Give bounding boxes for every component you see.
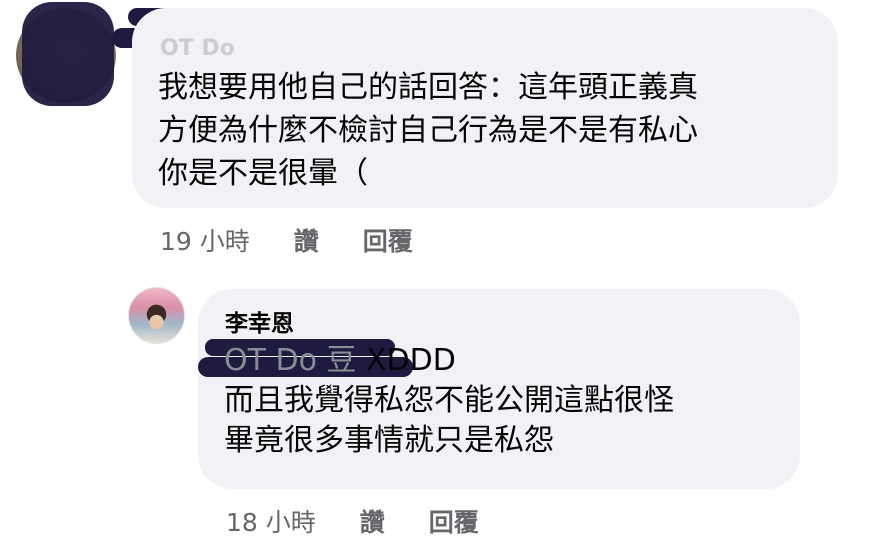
comment-author[interactable]: OT Do — [160, 36, 235, 61]
reply-body: OT Do 豆 XDDD 而且我覺得私怨不能公開這點很怪 畢竟很多事情就只是私怨 — [224, 341, 784, 461]
comment-thread: OT Do 我想要用他自己的話回答：這年頭正義真 方便為什麼不檢討自己行為是不是… — [0, 0, 870, 542]
mention-tag[interactable]: OT Do 豆 — [224, 343, 356, 378]
comment-body: 我想要用他自己的話回答：這年頭正義真 方便為什麼不檢討自己行為是不是有私心 你是… — [158, 66, 826, 195]
reply-text: XDDD — [356, 343, 456, 378]
comment-author-name[interactable]: OT Do — [160, 36, 235, 61]
reply-timestamp[interactable]: 18 小時 — [226, 503, 316, 539]
comment-line: 方便為什麼不檢討自己行為是不是有私心 — [158, 113, 698, 148]
redaction-scribble — [22, 2, 114, 106]
comment-meta: 19 小時 讚 回覆 — [160, 222, 413, 258]
reply-first-line: OT Do 豆 XDDD — [224, 341, 784, 381]
reply-line: 而且我覺得私怨不能公開這點很怪 — [224, 383, 674, 418]
reply-author-avatar[interactable] — [128, 287, 185, 344]
comment-timestamp[interactable]: 19 小時 — [160, 222, 250, 258]
reply-meta: 18 小時 讚 回覆 — [226, 503, 479, 539]
reply-author-name[interactable]: 李幸恩 — [225, 304, 294, 338]
comment-line: 你是不是很暈（ — [158, 156, 368, 191]
like-button[interactable]: 讚 — [360, 503, 385, 539]
comment-line: 我想要用他自己的話回答：這年頭正義真 — [158, 70, 698, 105]
reply-button[interactable]: 回覆 — [429, 503, 479, 539]
like-button[interactable]: 讚 — [294, 222, 319, 258]
reply-button[interactable]: 回覆 — [363, 222, 413, 258]
reply-line: 畢竟很多事情就只是私怨 — [224, 423, 554, 458]
